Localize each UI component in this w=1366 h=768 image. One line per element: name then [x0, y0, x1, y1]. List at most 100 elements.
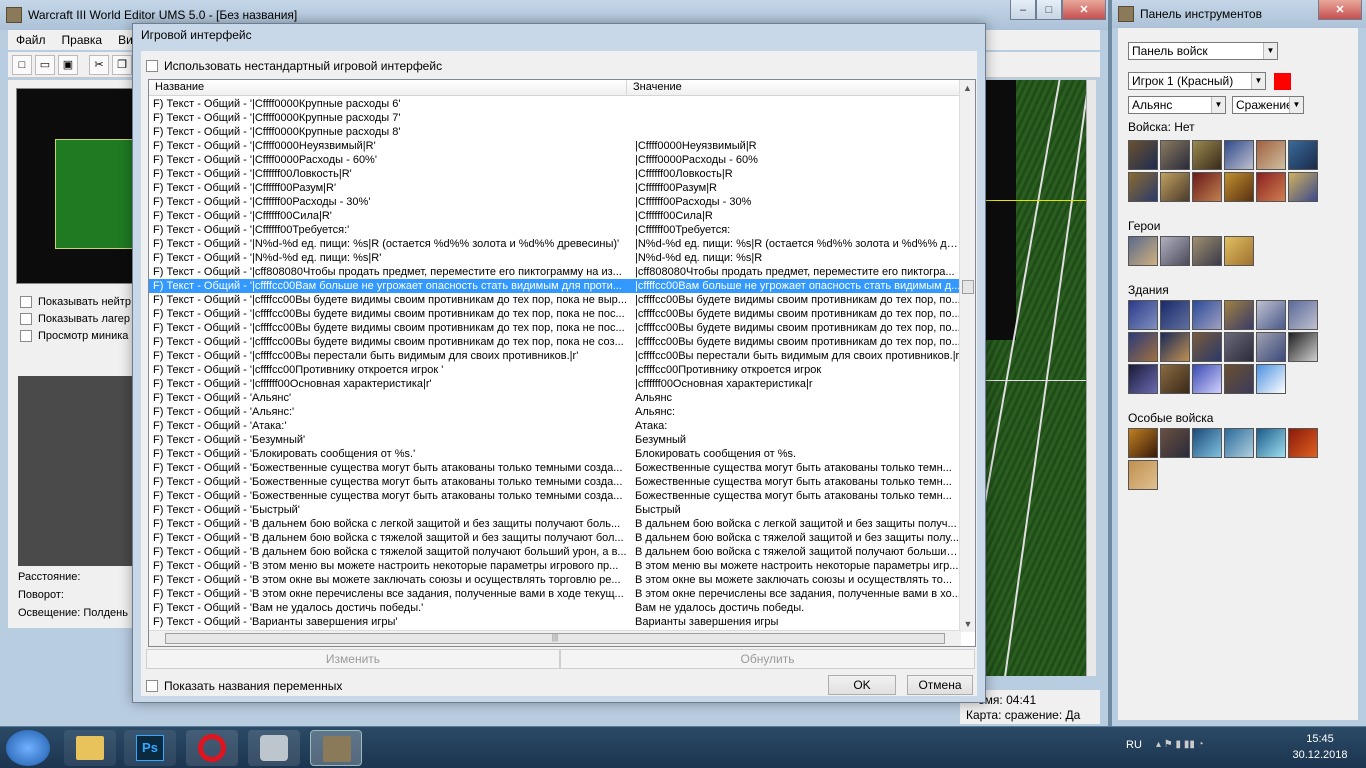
- table-row[interactable]: F) Текст - Общий - '|cffffcc00Вы будете …: [149, 307, 961, 321]
- building-icon[interactable]: [1192, 332, 1222, 362]
- special-unit-icon[interactable]: [1224, 428, 1254, 458]
- close-button[interactable]: ✕: [1062, 0, 1106, 20]
- scroll-down-icon[interactable]: ▼: [960, 616, 975, 632]
- tray-icons[interactable]: ▴ ⚑ ▮ ▮▮ ◔: [1156, 739, 1204, 750]
- unit-icon[interactable]: [1160, 172, 1190, 202]
- column-name-header[interactable]: Название: [149, 80, 627, 96]
- unit-icon[interactable]: [1288, 172, 1318, 202]
- worldedit-task-icon[interactable]: [310, 730, 362, 766]
- table-row[interactable]: F) Текст - Общий - 'Альянс:' Альянс:: [149, 405, 961, 419]
- maximize-button[interactable]: □: [1036, 0, 1062, 20]
- table-row[interactable]: F) Текст - Общий - '|N%d-%d ед. пищи: %s…: [149, 237, 961, 251]
- cancel-button[interactable]: Отмена: [907, 675, 973, 695]
- app-icon-wave[interactable]: [248, 730, 300, 766]
- building-icon[interactable]: [1256, 332, 1286, 362]
- building-icon[interactable]: [1192, 300, 1222, 330]
- unit-icon[interactable]: [1256, 172, 1286, 202]
- table-row[interactable]: F) Текст - Общий - 'Божественные существ…: [149, 489, 961, 503]
- hero-icon[interactable]: [1192, 236, 1222, 266]
- menu-edit[interactable]: Правка: [54, 33, 111, 47]
- scroll-up-icon[interactable]: ▲: [960, 80, 975, 96]
- explorer-icon[interactable]: [64, 730, 116, 766]
- special-unit-icon[interactable]: [1128, 460, 1158, 490]
- checkbox[interactable]: [20, 296, 32, 308]
- table-row[interactable]: F) Текст - Общий - '|Cffffff00Разум|R' |C…: [149, 181, 961, 195]
- table-row[interactable]: F) Текст - Общий - '|Cffffff00Ловкость|R…: [149, 167, 961, 181]
- table-row[interactable]: F) Текст - Общий - '|Cffff0000Крупные ра…: [149, 125, 961, 139]
- minimap[interactable]: [16, 88, 135, 284]
- column-value-header[interactable]: Значение: [627, 80, 961, 96]
- building-icon[interactable]: [1256, 300, 1286, 330]
- building-icon[interactable]: [1160, 332, 1190, 362]
- building-icon[interactable]: [1288, 332, 1318, 362]
- unit-icon[interactable]: [1288, 140, 1318, 170]
- table-row[interactable]: F) Текст - Общий - 'Божественные существ…: [149, 461, 961, 475]
- table-row[interactable]: F) Текст - Общий - 'Альянс' Альянс: [149, 391, 961, 405]
- language-indicator[interactable]: RU: [1126, 739, 1142, 751]
- table-row[interactable]: F) Текст - Общий - '|cffffcc00Вы переста…: [149, 349, 961, 363]
- table-row[interactable]: F) Текст - Общий - '|cffffcc00Вы будете …: [149, 321, 961, 335]
- interface-table[interactable]: Название Значение F) Текст - Общий - '|C…: [148, 79, 976, 647]
- reset-button[interactable]: Обнулить: [560, 649, 975, 669]
- race-select[interactable]: Альянс ▼: [1128, 96, 1226, 114]
- open-folder-icon[interactable]: ▭: [35, 54, 55, 75]
- horizontal-scrollbar[interactable]: |||: [149, 630, 961, 646]
- building-icon[interactable]: [1160, 300, 1190, 330]
- clock-date[interactable]: 30.12.2018: [1290, 749, 1350, 761]
- table-row[interactable]: F) Текст - Общий - '|cffffcc00Вам больше…: [149, 279, 961, 293]
- table-row[interactable]: F) Текст - Общий - 'Вам не удалось дости…: [149, 601, 961, 615]
- table-row[interactable]: F) Текст - Общий - '|Cffff0000Расходы - …: [149, 153, 961, 167]
- table-row[interactable]: F) Текст - Общий - 'В дальнем бою войска…: [149, 531, 961, 545]
- unit-icon[interactable]: [1128, 140, 1158, 170]
- table-row[interactable]: F) Текст - Общий - 'Божественные существ…: [149, 475, 961, 489]
- table-row[interactable]: F) Текст - Общий - 'Атака:' Атака:: [149, 419, 961, 433]
- building-icon[interactable]: [1288, 300, 1318, 330]
- table-row[interactable]: F) Текст - Общий - 'В этом окне вы может…: [149, 573, 961, 587]
- table-row[interactable]: F) Текст - Общий - 'Безумный' Безумный: [149, 433, 961, 447]
- table-row[interactable]: F) Текст - Общий - '|Cffffff00Сила|R' |Cf…: [149, 209, 961, 223]
- checkbox[interactable]: [20, 313, 32, 325]
- building-icon[interactable]: [1256, 364, 1286, 394]
- table-row[interactable]: F) Текст - Общий - '|Cffff0000Крупные ра…: [149, 97, 961, 111]
- opera-icon[interactable]: [186, 730, 238, 766]
- table-row[interactable]: F) Текст - Общий - 'Быстрый' Быстрый: [149, 503, 961, 517]
- unit-icon[interactable]: [1224, 140, 1254, 170]
- vertical-scrollbar[interactable]: ▲ ▼: [959, 80, 975, 632]
- table-row[interactable]: F) Текст - Общий - '|cffffcc00Противнику…: [149, 363, 961, 377]
- special-unit-icon[interactable]: [1192, 428, 1222, 458]
- table-row[interactable]: F) Текст - Общий - 'В этом окне перечисл…: [149, 587, 961, 601]
- player-select[interactable]: Игрок 1 (Красный) ▼: [1128, 72, 1266, 90]
- map-viewport[interactable]: [986, 80, 1096, 676]
- ok-button[interactable]: OK: [828, 675, 896, 695]
- checkbox[interactable]: [146, 60, 158, 72]
- unit-icon[interactable]: [1192, 140, 1222, 170]
- table-row[interactable]: F) Текст - Общий - '|cffffcc00Вы будете …: [149, 335, 961, 349]
- scissors-icon[interactable]: ✂: [89, 54, 109, 75]
- building-icon[interactable]: [1160, 364, 1190, 394]
- save-icon[interactable]: ▣: [58, 54, 78, 75]
- new-file-icon[interactable]: □: [12, 54, 32, 75]
- table-row[interactable]: F) Текст - Общий - 'В этом меню вы может…: [149, 559, 961, 573]
- table-row[interactable]: F) Текст - Общий - '|Cffffff00Требуется:…: [149, 223, 961, 237]
- tools-close-button[interactable]: ✕: [1318, 0, 1362, 20]
- hscroll-thumb[interactable]: |||: [165, 633, 945, 644]
- show-variable-names-check[interactable]: Показать названия переменных: [146, 679, 342, 693]
- building-icon[interactable]: [1224, 364, 1254, 394]
- unit-icon[interactable]: [1160, 140, 1190, 170]
- building-icon[interactable]: [1128, 364, 1158, 394]
- building-icon[interactable]: [1224, 332, 1254, 362]
- special-unit-icon[interactable]: [1128, 428, 1158, 458]
- special-unit-icon[interactable]: [1288, 428, 1318, 458]
- table-row[interactable]: F) Текст - Общий - '|Cffff0000Крупные ра…: [149, 111, 961, 125]
- use-custom-interface-check[interactable]: Использовать нестандартный игровой интер…: [146, 59, 442, 73]
- start-button[interactable]: [6, 730, 50, 766]
- table-row[interactable]: F) Текст - Общий - 'В дальнем бою войска…: [149, 517, 961, 531]
- map-scrollbar[interactable]: [1086, 80, 1096, 676]
- table-row[interactable]: F) Текст - Общий - 'В дальнем бою войска…: [149, 545, 961, 559]
- photoshop-icon[interactable]: Ps: [124, 730, 176, 766]
- building-icon[interactable]: [1128, 300, 1158, 330]
- unit-icon[interactable]: [1224, 172, 1254, 202]
- hero-icon[interactable]: [1224, 236, 1254, 266]
- building-icon[interactable]: [1128, 332, 1158, 362]
- minimap-preview-check[interactable]: Просмотр миника: [20, 330, 128, 342]
